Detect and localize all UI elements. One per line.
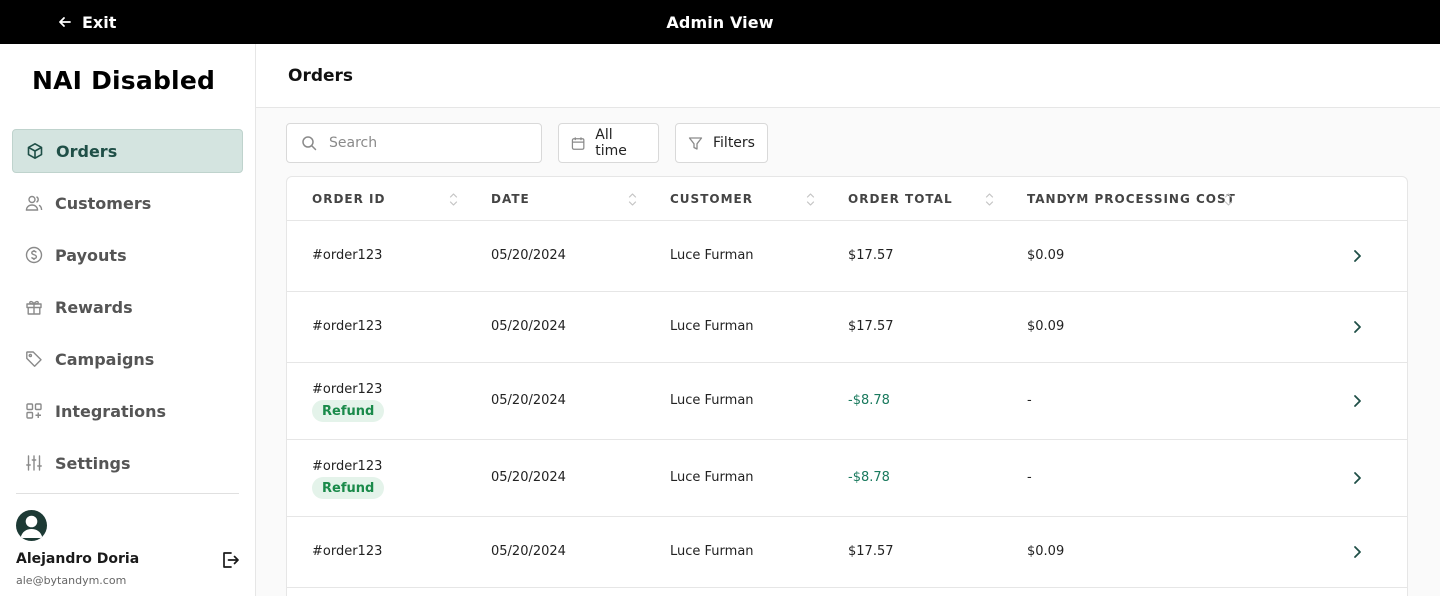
avatar[interactable]: [16, 510, 47, 541]
dollar-circle-icon: [25, 246, 43, 264]
order-date: 05/20/2024: [491, 393, 566, 408]
user-name: Alejandro Doria: [16, 551, 140, 567]
sidebar-item-customers[interactable]: Customers: [12, 181, 243, 225]
column-header-order-id[interactable]: ORDER ID: [312, 192, 385, 206]
table-row[interactable]: #order123 Refund 05/20/2024 Luce Furman …: [287, 440, 1407, 517]
box-icon: [27, 143, 43, 159]
filters-button[interactable]: Filters: [675, 123, 768, 163]
processing-cost: $0.09: [1027, 319, 1065, 334]
chevron-right-icon[interactable]: [1349, 319, 1365, 335]
page-title: Orders: [288, 66, 354, 86]
sidebar-item-label: Settings: [55, 453, 131, 473]
sliders-icon: [26, 455, 42, 471]
table-row[interactable]: #order123 Refund 05/20/2024 Luce Furman …: [287, 363, 1407, 440]
column-header-order-total[interactable]: ORDER TOTAL: [848, 192, 953, 206]
order-date: 05/20/2024: [491, 470, 566, 485]
sidebar-item-campaigns[interactable]: Campaigns: [12, 337, 243, 381]
order-date: 05/20/2024: [491, 248, 566, 263]
sidebar: NAI Disabled Orders Customers Payouts Re…: [0, 44, 256, 596]
sidebar-item-label: Payouts: [55, 245, 127, 265]
column-header-customer[interactable]: CUSTOMER: [670, 192, 753, 206]
user-email: ale@bytandym.com: [16, 574, 127, 587]
order-id: #order123: [312, 319, 383, 334]
customer-name: Luce Furman: [670, 470, 754, 485]
customer-name: Luce Furman: [670, 319, 754, 334]
search-box: [286, 123, 542, 163]
date-filter-label: All time: [595, 127, 627, 159]
sidebar-item-rewards[interactable]: Rewards: [12, 285, 243, 329]
sidebar-item-label: Orders: [56, 141, 118, 161]
chevron-right-icon[interactable]: [1349, 248, 1365, 264]
table-row[interactable]: #order123 05/20/2024 Luce Furman $17.57 …: [287, 292, 1407, 363]
sidebar-item-label: Rewards: [55, 297, 133, 317]
table-row[interactable]: #order123 05/20/2024 Luce Furman $17.57 …: [287, 221, 1407, 292]
filter-icon: [688, 136, 703, 150]
filters-label: Filters: [713, 135, 755, 151]
chevron-right-icon[interactable]: [1349, 544, 1365, 560]
tag-icon: [26, 351, 42, 367]
sidebar-divider: [16, 493, 239, 494]
customer-name: Luce Furman: [670, 544, 754, 559]
chevron-right-icon[interactable]: [1349, 470, 1365, 486]
logout-icon[interactable]: [220, 550, 240, 570]
processing-cost: $0.09: [1027, 248, 1065, 263]
sort-icon[interactable]: [985, 192, 994, 207]
sidebar-item-settings[interactable]: Settings: [12, 441, 243, 485]
gift-icon: [26, 300, 42, 315]
main-content: Orders All time Filters ORDER ID DATE CU…: [256, 44, 1440, 596]
sidebar-item-orders[interactable]: Orders: [12, 129, 243, 173]
top-bar: Exit Admin View: [0, 0, 1440, 44]
page-header: Orders: [256, 44, 1440, 108]
orders-table: ORDER ID DATE CUSTOMER ORDER TOTAL TANDY…: [286, 176, 1408, 596]
processing-cost: $0.09: [1027, 544, 1065, 559]
table-header: ORDER ID DATE CUSTOMER ORDER TOTAL TANDY…: [287, 177, 1407, 221]
order-total: $17.57: [848, 248, 894, 263]
order-id: #order123: [312, 544, 383, 559]
calendar-icon: [571, 136, 585, 150]
user-icon: [20, 515, 43, 538]
refund-badge: Refund: [312, 400, 385, 422]
table-row[interactable]: #order123 05/20/2024 Luce Furman $17.57 …: [287, 517, 1407, 588]
brand-name: NAI Disabled: [32, 66, 216, 95]
sidebar-item-label: Customers: [55, 193, 152, 213]
apps-icon: [26, 403, 42, 419]
chevron-right-icon[interactable]: [1349, 393, 1365, 409]
column-header-processing-cost[interactable]: TANDYM PROCESSING COST: [1027, 192, 1236, 206]
date-filter-button[interactable]: All time: [558, 123, 659, 163]
sort-icon[interactable]: [1224, 192, 1233, 207]
search-input[interactable]: [329, 135, 519, 151]
refund-badge: Refund: [312, 477, 385, 499]
sidebar-item-integrations[interactable]: Integrations: [12, 389, 243, 433]
sidebar-nav: Orders Customers Payouts Rewards Campaig…: [12, 129, 243, 493]
customer-name: Luce Furman: [670, 393, 754, 408]
order-id: #order123: [312, 248, 383, 263]
column-header-date[interactable]: DATE: [491, 192, 530, 206]
sort-icon[interactable]: [628, 192, 637, 207]
order-total: $17.57: [848, 319, 894, 334]
topbar-title: Admin View: [666, 13, 774, 32]
order-date: 05/20/2024: [491, 544, 566, 559]
order-total: -$8.78: [848, 393, 890, 408]
users-icon: [25, 195, 43, 211]
order-total: $17.57: [848, 544, 894, 559]
order-id: #order123: [312, 459, 383, 474]
processing-cost: -: [1027, 393, 1032, 408]
order-id: #order123: [312, 382, 383, 397]
order-date: 05/20/2024: [491, 319, 566, 334]
sidebar-item-payouts[interactable]: Payouts: [12, 233, 243, 277]
sidebar-item-label: Integrations: [55, 401, 167, 421]
sort-icon[interactable]: [806, 192, 815, 207]
search-icon: [302, 136, 317, 151]
sort-icon[interactable]: [449, 192, 458, 207]
customer-name: Luce Furman: [670, 248, 754, 263]
order-total: -$8.78: [848, 470, 890, 485]
sidebar-item-label: Campaigns: [55, 349, 155, 369]
processing-cost: -: [1027, 470, 1032, 485]
